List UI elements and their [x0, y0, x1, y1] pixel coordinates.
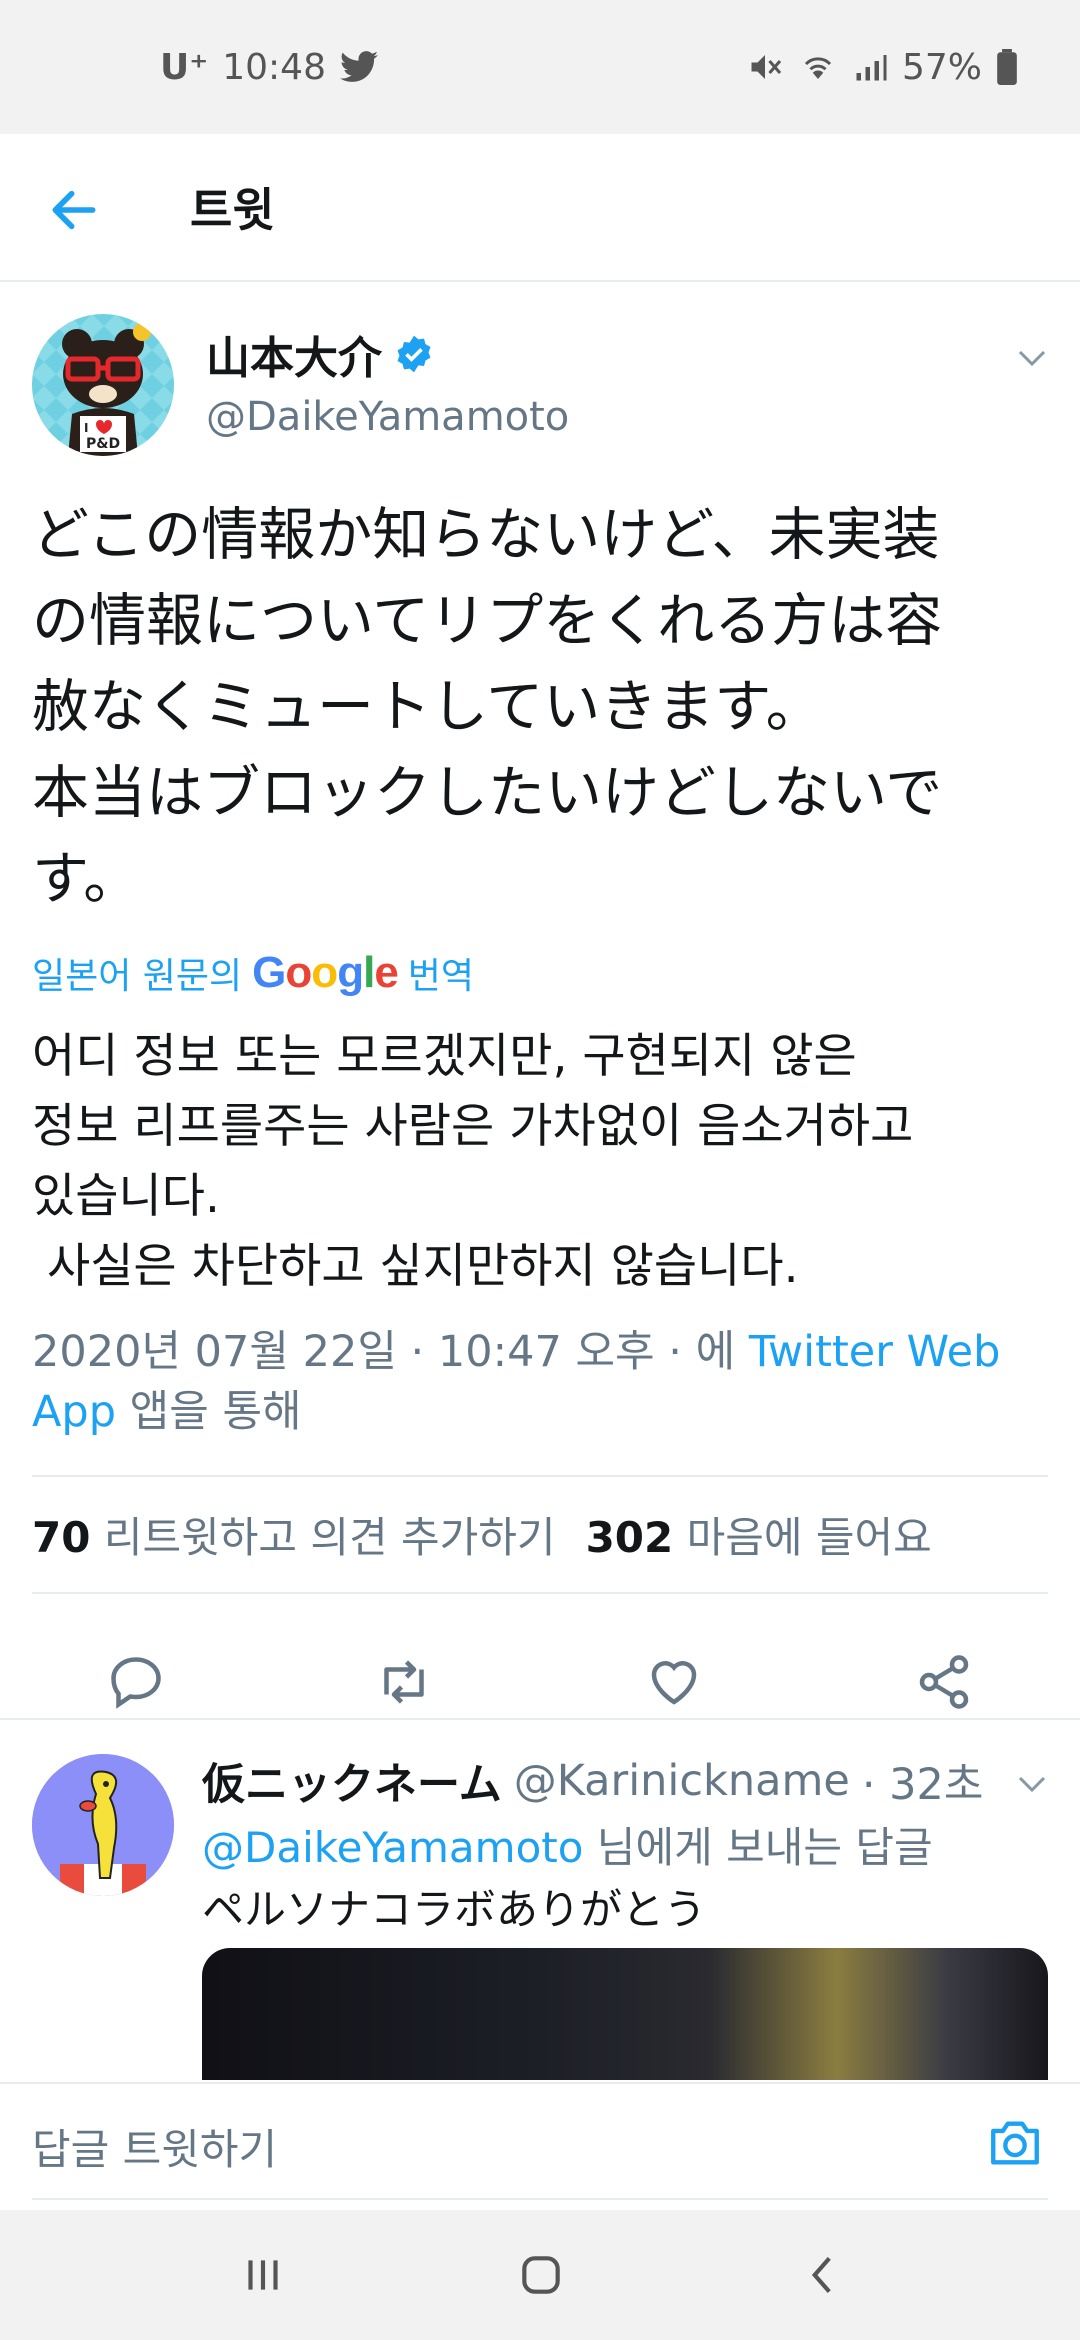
retweet-icon[interactable] [374, 1652, 434, 1712]
divider [32, 1475, 1048, 1477]
reply-input[interactable]: 답글 트윗하기 [32, 2116, 277, 2177]
replying-to-suffix: 님에게 보내는 답글 [583, 1823, 933, 1872]
mute-icon [751, 55, 782, 79]
reply-icon[interactable] [106, 1652, 166, 1712]
retweets-stat[interactable]: 70 리트윗하고 의견 추가하기 [32, 1504, 556, 1565]
like-icon[interactable] [644, 1652, 704, 1712]
camera-icon[interactable] [986, 2114, 1044, 2172]
avatar[interactable]: I P&D [32, 314, 174, 456]
chevron-down-icon[interactable] [1014, 340, 1050, 376]
replying-to-handle[interactable]: @DaikeYamamoto [202, 1823, 583, 1872]
retweets-label: 리트윗하고 의견 추가하기 [103, 1513, 556, 1562]
likes-label: 마음에 들어요 [686, 1513, 932, 1562]
bear-avatar-image: I P&D [32, 314, 174, 456]
google-letter-o1: o [285, 948, 312, 997]
google-letter-g: G [252, 948, 286, 997]
google-letter-e: e [374, 948, 399, 997]
author-name-row: 山本大介 [206, 322, 434, 386]
reply-time: · 32초 [861, 1760, 984, 1810]
reply-display-name[interactable]: 仮ニックネーム [202, 1750, 502, 1812]
wifi-icon [804, 57, 832, 79]
translated-text: 어디 정보 또는 모르겠지만, 구현되지 않은 정보 리프를주는 사람은 가차없… [32, 1029, 914, 1294]
carrier-label: U⁺ [160, 46, 209, 88]
page-title: 트윗 [190, 183, 275, 237]
status-time: 10:48 [222, 46, 326, 88]
tweet-text: どこの情報か知らないけど、未実装 の情報についてリプをくれる方は容 赦なくミュー… [32, 502, 943, 912]
tweet-source-suffix: 앱을 통해 [116, 1387, 302, 1437]
likes-count: 302 [585, 1513, 674, 1562]
reply-text: ペルソナコラボありがとう [202, 1885, 707, 1934]
home-icon[interactable] [516, 2250, 566, 2300]
replying-to: @DaikeYamamoto 님에게 보내는 답글 [202, 1814, 933, 1875]
system-nav-bar [0, 2210, 1080, 2340]
google-letter-g2: g [337, 948, 364, 997]
top-app-bar: 트윗 [0, 134, 1080, 282]
reply-media-image[interactable] [202, 1948, 1048, 2080]
reply-avatar[interactable] [32, 1754, 174, 1896]
status-left: U⁺ 10:48 [160, 47, 378, 88]
status-bar: U⁺ 10:48 57% [0, 0, 1080, 134]
chevron-down-icon[interactable] [1014, 1766, 1050, 1802]
translate-link[interactable]: 일본어 원문의 Google 번역 [32, 947, 474, 999]
yellow-creature-avatar-image [32, 1754, 174, 1896]
back-arrow-icon[interactable] [46, 182, 102, 238]
reply-tweet[interactable]: 仮ニックネーム @Karinickname · 32초 @DaikeYamamo… [0, 1720, 1080, 2080]
battery-icon [997, 49, 1017, 85]
retweets-count: 70 [32, 1513, 91, 1562]
back-nav-icon[interactable] [798, 2250, 848, 2300]
status-right: 57% [746, 47, 1018, 88]
verified-badge-icon [397, 335, 431, 373]
tweet-meta: 2020년 07월 22일 · 10:47 오후 · 에 Twitter Web… [32, 1322, 1032, 1442]
author-display-name[interactable]: 山本大介 [206, 322, 382, 386]
twitter-bird-icon [339, 51, 378, 82]
reply-name-row: 仮ニックネーム @Karinickname · 32초 [202, 1750, 983, 1812]
translate-suffix: 번역 [407, 956, 475, 997]
google-letter-l: l [363, 948, 375, 997]
recents-icon[interactable] [238, 2250, 288, 2300]
divider [32, 1592, 1048, 1594]
likes-stat[interactable]: 302 마음에 들어요 [586, 1504, 932, 1565]
compose-underline [32, 2198, 1048, 2200]
battery-percent: 57% [901, 46, 982, 88]
translate-prefix: 일본어 원문의 [32, 956, 243, 997]
reply-compose-bar: 답글 트윗하기 [0, 2082, 1080, 2202]
svg-text:I: I [84, 421, 88, 435]
tweet-timestamp: 2020년 07월 22일 · 10:47 오후 · 에 [32, 1327, 749, 1377]
reply-handle[interactable]: @Karinickname [514, 1756, 850, 1806]
svg-text:P&D: P&D [86, 436, 120, 452]
tweet-stats: 70 리트윗하고 의견 추가하기 302 마음에 들어요 [32, 1504, 932, 1565]
author-handle[interactable]: @DaikeYamamoto [206, 394, 569, 440]
signal-icon [856, 55, 887, 81]
google-letter-o2: o [311, 948, 338, 997]
share-icon[interactable] [914, 1652, 974, 1712]
google-logo: Google [252, 948, 399, 998]
